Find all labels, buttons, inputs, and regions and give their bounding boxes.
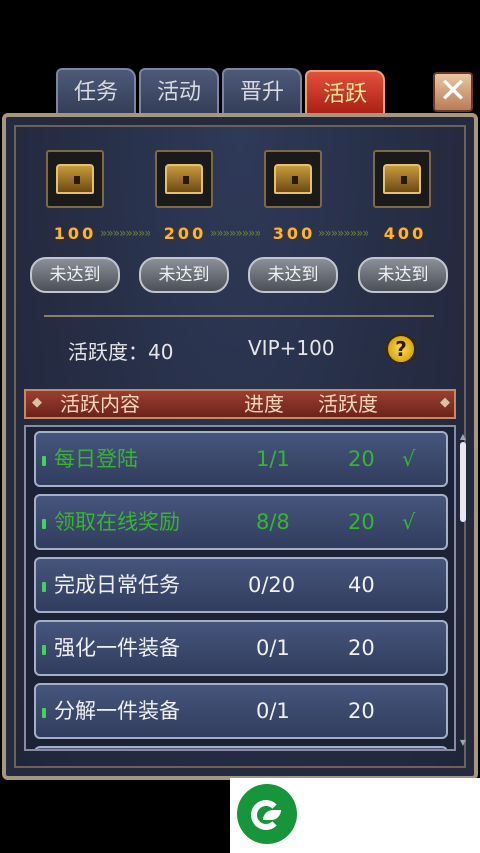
list-item[interactable]: 完成日常任务 0/20 40 — [34, 557, 448, 613]
chest-body-icon — [56, 164, 94, 194]
logo-icon — [237, 784, 297, 844]
chest-icon[interactable] — [155, 150, 213, 208]
task-name: 分解一件装备 — [54, 699, 180, 723]
chest-icon[interactable] — [264, 150, 322, 208]
close-button[interactable]: ✕ — [433, 72, 473, 112]
help-icon[interactable]: ? — [386, 334, 416, 364]
lock-icon — [74, 176, 80, 184]
table-header: ◆ 活跃内容 进度 活跃度 ◆ — [24, 389, 456, 419]
task-name: 每日登陆 — [54, 447, 138, 471]
scroll-up-icon[interactable]: ▲ — [458, 432, 468, 441]
divider — [44, 315, 434, 317]
chest-body-icon — [165, 164, 203, 194]
list-item[interactable]: 领取在线奖励 8/8 20 √ — [34, 494, 448, 550]
task-progress: 1/1 — [256, 447, 290, 471]
progress-arrows: »»»»»»»»» — [210, 226, 260, 240]
close-icon: ✕ — [438, 71, 468, 111]
watermark — [230, 778, 480, 853]
reward-threshold: 300 — [272, 224, 316, 243]
reward-threshold: 400 — [383, 224, 427, 243]
bullet-icon — [42, 456, 46, 466]
scroll-down-icon[interactable]: ▼ — [458, 738, 468, 747]
scrollbar[interactable]: ▲ ▼ — [460, 432, 466, 748]
lock-icon — [401, 176, 407, 184]
claim-button[interactable]: 未达到 — [139, 257, 229, 293]
task-name: 完成日常任务 — [54, 573, 180, 597]
tab-tasks[interactable]: 任务 — [56, 68, 136, 114]
bullet-icon — [42, 582, 46, 592]
claim-button[interactable]: 未达到 — [248, 257, 338, 293]
list-item[interactable] — [34, 746, 448, 749]
list-item[interactable]: 每日登陆 1/1 20 √ — [34, 431, 448, 487]
bullet-icon — [42, 519, 46, 529]
list-item[interactable]: 分解一件装备 0/1 20 — [34, 683, 448, 739]
lock-icon — [183, 176, 189, 184]
claim-button[interactable]: 未达到 — [358, 257, 448, 293]
check-icon: √ — [402, 510, 416, 534]
tab-events[interactable]: 活动 — [139, 68, 219, 114]
reward-threshold: 100 — [53, 224, 97, 243]
task-points: 20 — [348, 510, 375, 534]
vip-bonus: VIP+100 — [248, 336, 335, 360]
task-progress: 0/20 — [248, 573, 296, 597]
task-progress: 8/8 — [256, 510, 290, 534]
task-progress: 0/1 — [256, 699, 290, 723]
bullet-icon — [42, 708, 46, 718]
header-progress: 进度 — [244, 392, 284, 416]
task-name: 强化一件装备 — [54, 636, 180, 660]
task-points: 20 — [348, 699, 375, 723]
diamond-icon: ◆ — [440, 395, 450, 410]
lock-icon — [292, 176, 298, 184]
activity-score: 活跃度：40 — [68, 340, 174, 364]
task-points: 20 — [348, 636, 375, 660]
tab-promotion[interactable]: 晋升 — [222, 68, 302, 114]
reward-threshold: 200 — [163, 224, 207, 243]
header-content: 活跃内容 — [60, 392, 140, 416]
scroll-thumb[interactable] — [460, 442, 466, 522]
header-activity: 活跃度 — [318, 392, 378, 416]
progress-arrows: »»»»»»»»» — [318, 226, 368, 240]
bullet-icon — [42, 645, 46, 655]
task-name: 领取在线奖励 — [54, 510, 180, 534]
chest-body-icon — [383, 164, 421, 194]
chest-icon[interactable] — [373, 150, 431, 208]
task-list[interactable]: 每日登陆 1/1 20 √ 领取在线奖励 8/8 20 √ 完成日常任务 0/2… — [24, 425, 456, 751]
claim-button[interactable]: 未达到 — [30, 257, 120, 293]
chest-body-icon — [274, 164, 312, 194]
check-icon: √ — [402, 447, 416, 471]
progress-arrows: »»»»»»»»» — [100, 226, 150, 240]
tab-activity[interactable]: 活跃 — [305, 70, 385, 116]
diamond-icon: ◆ — [32, 395, 42, 410]
task-progress: 0/1 — [256, 636, 290, 660]
task-points: 20 — [348, 447, 375, 471]
list-item[interactable]: 强化一件装备 0/1 20 — [34, 620, 448, 676]
task-points: 40 — [348, 573, 375, 597]
chest-icon[interactable] — [46, 150, 104, 208]
